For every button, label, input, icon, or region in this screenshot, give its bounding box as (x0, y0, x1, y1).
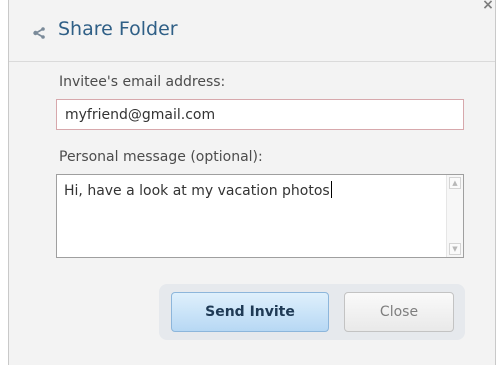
scroll-up-arrow-icon[interactable]: ▲ (449, 177, 461, 189)
share-folder-dialog: × Share Folder Invitee's email address: … (8, 0, 496, 365)
message-textarea[interactable]: Hi, have a look at my vacation photos ▲ … (56, 174, 464, 258)
email-field[interactable] (56, 99, 464, 130)
message-label: Personal message (optional): (59, 149, 263, 165)
email-label: Invitee's email address: (59, 74, 226, 90)
dialog-header: Share Folder (9, 0, 495, 62)
send-invite-button[interactable]: Send Invite (171, 292, 329, 332)
dialog-title: Share Folder (58, 18, 178, 40)
message-scrollbar[interactable]: ▲ ▼ (446, 175, 463, 257)
scroll-down-arrow-icon[interactable]: ▼ (449, 243, 461, 255)
button-bar: Send Invite Close (159, 284, 465, 340)
close-button[interactable]: Close (344, 292, 454, 332)
share-icon (33, 27, 45, 39)
message-text: Hi, have a look at my vacation photos (64, 181, 332, 199)
text-caret (330, 181, 332, 198)
